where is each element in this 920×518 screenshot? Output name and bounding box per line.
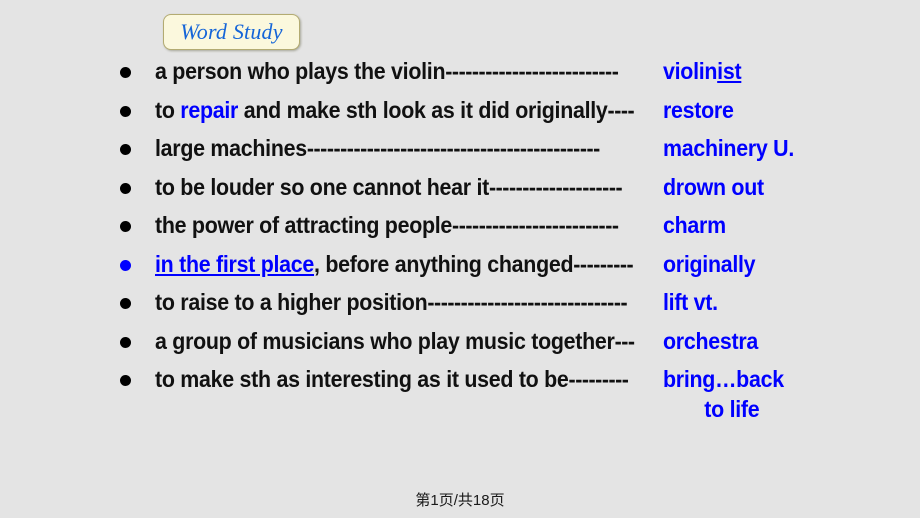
answer-text: charm <box>663 210 726 240</box>
list-item-content: to repair and make sth look as it did or… <box>112 95 912 125</box>
answer-text: restore <box>663 95 734 125</box>
clue-text: the power of attracting people----------… <box>155 210 619 240</box>
clue-text-part: to <box>155 96 181 123</box>
list-item-content: the power of attracting people----------… <box>112 210 912 240</box>
clue-highlight: repair <box>180 96 239 123</box>
clue-text-part: to make sth as interesting as it used to… <box>155 366 569 392</box>
answer-main: charm <box>663 212 726 238</box>
list-item: a person who plays the violin-----------… <box>112 56 912 95</box>
clue-text: in the first place, before anything chan… <box>155 249 634 279</box>
word-study-list: a person who plays the violin-----------… <box>112 56 912 422</box>
leader-dashes: ------------------------------ <box>427 289 628 315</box>
slide-canvas: Word Study a person who plays the violin… <box>0 0 920 518</box>
clue-text-part: a group of musicians who play music toge… <box>155 327 615 354</box>
list-item: the power of attracting people----------… <box>112 210 912 249</box>
list-item: to make sth as interesting as it used to… <box>112 364 912 422</box>
answer-main: orchestra <box>663 327 758 354</box>
clue-text: to make sth as interesting as it used to… <box>155 364 629 394</box>
leader-dashes: --------- <box>573 250 634 277</box>
leader-dashes: ------------------------- <box>452 212 619 238</box>
list-item-content: in the first place, before anything chan… <box>112 249 912 279</box>
answer-main: violin <box>663 58 718 84</box>
leader-dashes: ---- <box>607 96 635 123</box>
list-item-content: a person who plays the violin-----------… <box>112 56 912 86</box>
clue-text-part: , before anything changed <box>314 250 574 277</box>
word-study-title-chip: Word Study <box>163 14 300 50</box>
clue-text-part: and make sth look as it did originally <box>238 96 608 123</box>
answer-main: restore <box>663 96 734 123</box>
answer-text: drown out <box>663 172 764 202</box>
answer-text: machinery U. <box>663 133 794 163</box>
list-item-content: to raise to a higher position-----------… <box>112 287 912 317</box>
clue-text-part: a person who plays the violin <box>155 58 446 84</box>
clue-text: to raise to a higher position-----------… <box>155 287 628 317</box>
list-item: large machines--------------------------… <box>112 133 912 172</box>
answer-main: machinery U. <box>663 135 794 161</box>
page-indicator: 第1页/共18页 <box>415 492 505 509</box>
answer-main: lift vt. <box>663 289 718 315</box>
clue-text-part: to be louder so one cannot hear it <box>155 173 489 200</box>
list-item: a group of musicians who play music toge… <box>112 326 912 365</box>
leader-dashes: -------------------- <box>488 173 623 200</box>
answer-text: lift vt. <box>663 287 718 317</box>
answer-text: orchestra <box>663 326 758 356</box>
leader-dashes: ----------------------------------------… <box>306 135 600 161</box>
clue-text-part: large machines <box>155 135 307 161</box>
answer-suffix-underlined: ist <box>717 58 742 84</box>
leader-dashes: -------------------------- <box>445 58 619 84</box>
leader-dashes: --- <box>614 327 635 354</box>
list-item: to repair and make sth look as it did or… <box>112 95 912 134</box>
word-study-title-label: Word Study <box>180 19 283 44</box>
list-item-content: a group of musicians who play music toge… <box>112 326 912 356</box>
clue-text-part: the power of attracting people <box>155 212 453 238</box>
answer-main: bring…back <box>663 366 784 392</box>
list-item: to raise to a higher position-----------… <box>112 287 912 326</box>
answer-wrapped-line: to life <box>704 396 760 422</box>
clue-text-part: to raise to a higher position <box>155 289 428 315</box>
list-item-content: to be louder so one cannot hear it------… <box>112 172 912 202</box>
clue-text: a person who plays the violin-----------… <box>155 56 619 86</box>
clue-highlight-underlined: in the first place <box>155 250 315 277</box>
clue-text: to be louder so one cannot hear it------… <box>155 172 623 202</box>
answer-text: originally <box>663 249 756 279</box>
answer-main: drown out <box>663 173 764 200</box>
list-item: to be louder so one cannot hear it------… <box>112 172 912 211</box>
clue-text: a group of musicians who play music toge… <box>155 326 635 356</box>
answer-main: originally <box>663 250 756 277</box>
clue-text: large machines--------------------------… <box>155 133 600 163</box>
answer-text: violinist <box>663 56 742 86</box>
list-item: in the first place, before anything chan… <box>112 249 912 288</box>
leader-dashes: --------- <box>568 366 629 392</box>
clue-text: to repair and make sth look as it did or… <box>155 95 635 125</box>
answer-text: bring…back to life <box>663 364 801 424</box>
